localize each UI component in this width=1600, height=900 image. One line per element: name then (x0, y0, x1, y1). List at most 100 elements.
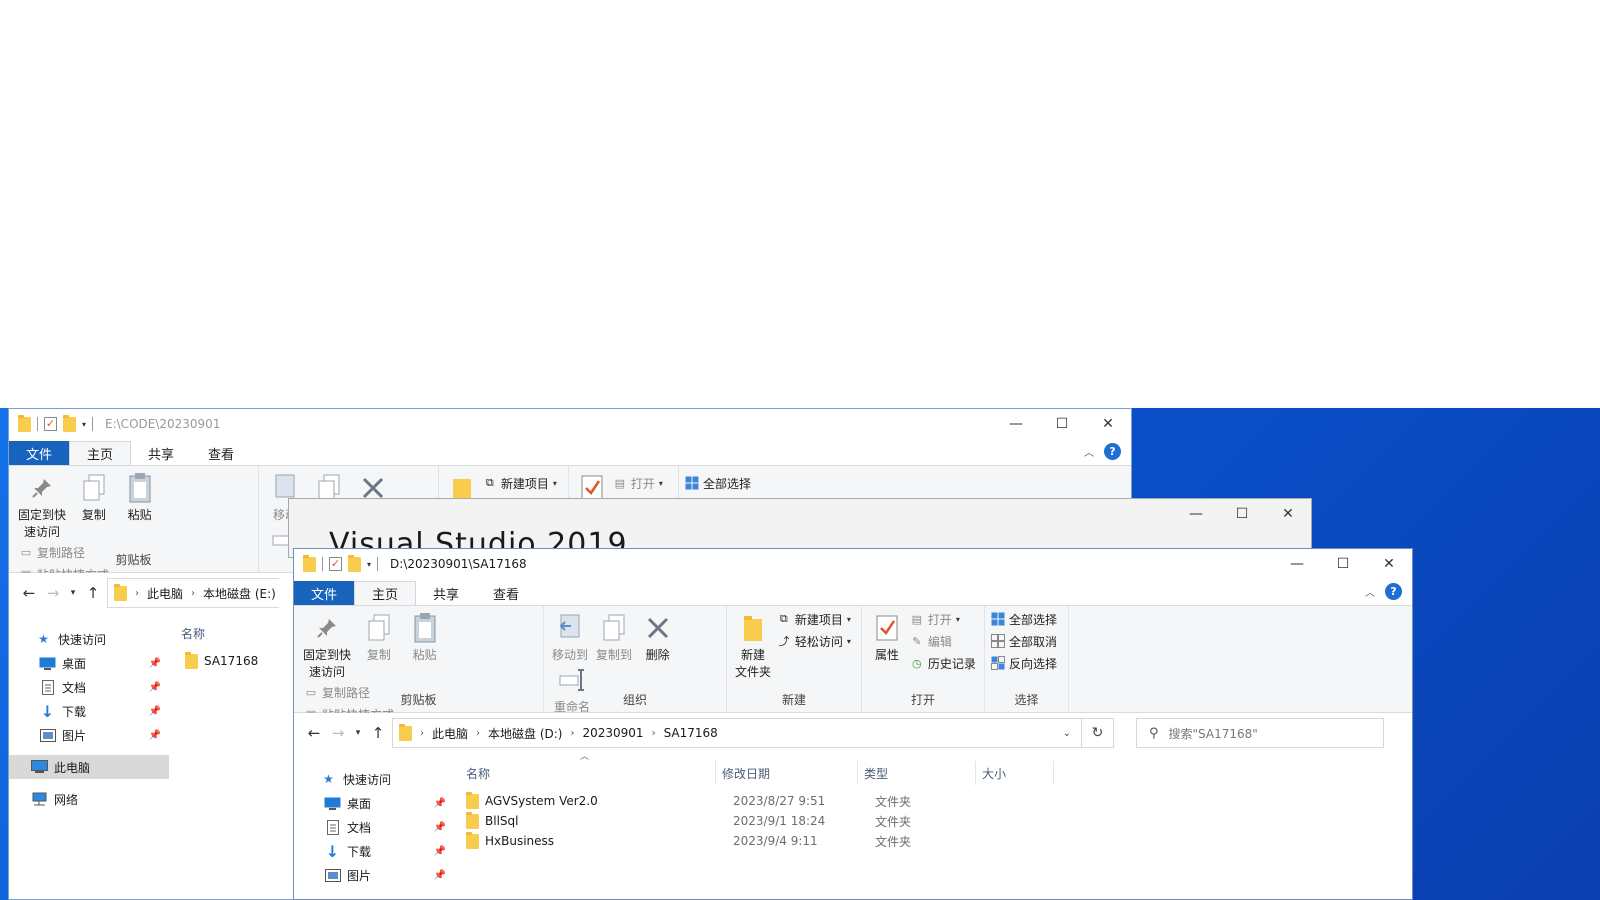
nav-downloads[interactable]: ↓ 下载 📌 (9, 699, 169, 723)
pin-quick-access-button[interactable]: 固定到快 速访问 (15, 472, 69, 541)
back-arrow-icon[interactable]: ← (302, 724, 326, 742)
nav-desktop[interactable]: 桌面 📌 (9, 651, 169, 675)
close-icon[interactable]: ✕ (1366, 549, 1412, 579)
new-item-button[interactable]: ⧉ 新建项目 ▾ (777, 608, 851, 630)
properties-icon[interactable]: ✓ (329, 557, 342, 571)
customize-toolbar-caret-icon[interactable]: ▾ (367, 560, 371, 569)
paste-button[interactable]: 粘贴 (119, 472, 161, 524)
new-folder-icon[interactable] (63, 414, 76, 432)
delete-button[interactable]: 删除 (638, 612, 678, 664)
up-arrow-icon[interactable]: ↑ (81, 584, 105, 602)
new-item-button[interactable]: ⧉ 新建项目 ▾ (483, 472, 557, 494)
recent-locations-chevron-icon[interactable]: ▾ (65, 588, 81, 598)
window-title: D:\20230901\SA17168 (390, 557, 527, 571)
forward-arrow-icon[interactable]: → (326, 724, 350, 742)
column-header-size[interactable]: 大小 (976, 761, 1054, 785)
forward-arrow-icon[interactable]: → (41, 584, 65, 602)
address-history-chevron-icon[interactable]: ⌄ (1063, 728, 1071, 739)
new-folder-button[interactable]: 新建 文件夹 (733, 612, 773, 681)
copy-to-button[interactable]: 复制到 (594, 612, 634, 664)
ribbon-tabs: 文件 主页 共享 查看 ︿ ? (9, 439, 1131, 465)
back-arrow-icon[interactable]: ← (17, 584, 41, 602)
edit-button[interactable]: ✎ 编辑 (910, 630, 976, 652)
collapse-ribbon-icon[interactable]: ︿ (1365, 584, 1375, 599)
nav-downloads[interactable]: ↓ 下载 📌 (294, 839, 454, 863)
address-bar[interactable]: › 此电脑 › 本地磁盘 (E:) (107, 578, 279, 608)
nav-documents[interactable]: 文档 📌 (9, 675, 169, 699)
nav-desktop[interactable]: 桌面 📌 (294, 791, 454, 815)
table-row[interactable]: HxBusiness 2023/9/4 9:11 文件夹 (466, 831, 993, 851)
move-to-button[interactable]: 移动到 (550, 612, 590, 664)
title-bar[interactable]: ✓ ▾ D:\20230901\SA17168 — ☐ ✕ (294, 549, 1412, 579)
collapse-ribbon-icon[interactable]: ︿ (1084, 444, 1094, 459)
address-bar[interactable]: › 此电脑 › 本地磁盘 (D:) › 20230901 › SA17168 ⌄ (392, 718, 1082, 748)
breadcrumb-item[interactable]: 20230901 (582, 726, 643, 740)
column-header-name[interactable]: 名称 (460, 761, 716, 785)
search-input[interactable]: ⚲ 搜索"SA17168" (1136, 718, 1384, 748)
tab-view[interactable]: 查看 (191, 441, 251, 465)
window-controls: — ☐ ✕ (1173, 499, 1311, 529)
close-icon[interactable]: ✕ (1085, 409, 1131, 439)
copy-button[interactable]: 复制 (358, 612, 400, 664)
tab-share[interactable]: 共享 (416, 581, 476, 605)
paste-button[interactable]: 粘贴 (404, 612, 446, 664)
table-row[interactable]: BllSql 2023/9/1 18:24 文件夹 (466, 811, 993, 831)
tab-file[interactable]: 文件 (9, 441, 70, 465)
properties-button[interactable]: 属性 (868, 612, 906, 664)
nav-network[interactable]: 网络 (9, 787, 169, 811)
nav-quick-access[interactable]: ★ 快速访问 (9, 627, 169, 651)
refresh-icon[interactable]: ↻ (1082, 718, 1114, 748)
nav-pictures[interactable]: 图片 📌 (294, 863, 454, 887)
tab-view[interactable]: 查看 (476, 581, 536, 605)
new-folder-icon[interactable] (348, 554, 361, 572)
breadcrumb-item[interactable]: 本地磁盘 (D:) (488, 725, 562, 742)
properties-icon[interactable]: ✓ (44, 417, 57, 431)
up-arrow-icon[interactable]: ↑ (366, 724, 390, 742)
tab-home[interactable]: 主页 (69, 441, 132, 465)
tab-share[interactable]: 共享 (131, 441, 191, 465)
list-item[interactable]: SA17168 (185, 651, 258, 671)
table-row[interactable]: AGVSystem Ver2.0 2023/8/27 9:51 文件夹 (466, 791, 993, 811)
maximize-icon[interactable]: ☐ (1039, 409, 1085, 439)
column-header-type[interactable]: 类型 (858, 761, 976, 785)
select-none-button[interactable]: 全部取消 (991, 630, 1062, 652)
invert-selection-button[interactable]: 反向选择 (991, 652, 1062, 674)
breadcrumb-item[interactable]: 此电脑 (432, 725, 468, 742)
document-icon (39, 679, 56, 695)
minimize-icon[interactable]: — (1274, 549, 1320, 579)
easy-access-button[interactable]: ⤴ 轻松访问 ▾ (777, 630, 851, 652)
breadcrumb-item[interactable]: 本地磁盘 (E:) (203, 585, 276, 602)
copy-button[interactable]: 复制 (73, 472, 115, 524)
nav-documents[interactable]: 文档 📌 (294, 815, 454, 839)
history-button[interactable]: ◷ 历史记录 (910, 652, 976, 674)
breadcrumb-item[interactable]: SA17168 (664, 726, 718, 740)
help-icon[interactable]: ? (1385, 583, 1402, 600)
open-button[interactable]: ▤ 打开 ▾ (910, 608, 976, 630)
pin-quick-access-button[interactable]: 固定到快 速访问 (300, 612, 354, 681)
close-icon[interactable]: ✕ (1265, 499, 1311, 529)
nav-quick-access[interactable]: ★ 快速访问 (294, 767, 454, 791)
nav-this-pc[interactable]: 此电脑 (9, 755, 169, 779)
tab-home[interactable]: 主页 (354, 581, 417, 605)
title-bar[interactable]: ✓ ▾ E:\CODE\20230901 — ☐ ✕ (9, 409, 1131, 439)
open-button[interactable]: ▤ 打开 ▾ (613, 472, 663, 494)
tab-file[interactable]: 文件 (294, 581, 355, 605)
help-icon[interactable]: ? (1104, 443, 1121, 460)
minimize-icon[interactable]: — (993, 409, 1039, 439)
column-header-date[interactable]: 修改日期 (716, 761, 858, 785)
explorer-window-front[interactable]: ✓ ▾ D:\20230901\SA17168 — ☐ ✕ 文件 主页 共享 查… (293, 548, 1413, 900)
pinned-icon: 📌 (148, 657, 161, 669)
select-all-button[interactable]: 全部选择 (685, 472, 773, 494)
rename-button[interactable]: 重命名 (550, 664, 594, 716)
select-all-button[interactable]: 全部选择 (991, 608, 1062, 630)
open-icon: ▤ (614, 476, 626, 490)
breadcrumb-item[interactable]: 此电脑 (147, 585, 183, 602)
minimize-icon[interactable]: — (1173, 499, 1219, 529)
customize-toolbar-caret-icon[interactable]: ▾ (82, 420, 86, 429)
recent-locations-chevron-icon[interactable]: ▾ (350, 728, 366, 738)
window-controls: — ☐ ✕ (1274, 549, 1412, 579)
nav-pictures[interactable]: 图片 📌 (9, 723, 169, 747)
maximize-icon[interactable]: ☐ (1320, 549, 1366, 579)
maximize-icon[interactable]: ☐ (1219, 499, 1265, 529)
column-header-name[interactable]: 名称 (175, 621, 205, 645)
